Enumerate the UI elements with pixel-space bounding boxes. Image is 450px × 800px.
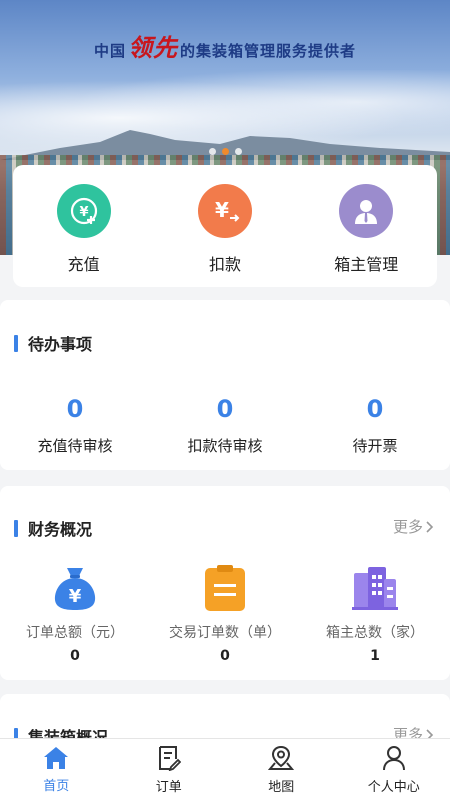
user-icon — [382, 745, 405, 770]
finance-label: 订单总额（元） — [26, 625, 124, 641]
finance-title: 财务概况 — [14, 516, 92, 540]
finance-value: 1 — [370, 648, 380, 664]
chevron-right-icon — [426, 520, 434, 533]
buildings-icon — [351, 564, 399, 612]
todo-count: 0 — [66, 395, 84, 423]
title-accent-bar — [14, 334, 18, 352]
tab-label: 地图 — [268, 779, 295, 795]
recharge-button[interactable]: ¥ 充值 — [24, 184, 144, 275]
carousel-dot[interactable] — [234, 148, 242, 155]
carousel-dot[interactable] — [208, 148, 216, 155]
finance-section: 财务概况 更多 ¥ 订单总额（元） 0 交易订单数（单） 0 箱主总数（家） 1 — [0, 486, 450, 680]
tab-home[interactable]: 首页 — [1, 746, 111, 794]
banner-slogan: 中国领先 的集装箱管理服务提供者 — [0, 28, 450, 63]
deduct-icon: ¥ — [197, 184, 252, 238]
map-icon — [268, 745, 295, 770]
todo-count: 0 — [216, 395, 234, 423]
todo-title: 待办事项 — [14, 331, 92, 355]
quick-actions-card: ¥ 充值 ¥ 扣款 箱主管理 — [13, 165, 437, 287]
owner-manage-label: 箱主管理 — [334, 255, 399, 274]
todo-deduct-review[interactable]: 0 扣款待审核 — [155, 395, 295, 456]
todo-invoice-pending[interactable]: 0 待开票 — [305, 395, 445, 456]
more-label: 更多 — [392, 518, 423, 536]
tab-orders[interactable]: 订单 — [114, 745, 224, 795]
tab-map[interactable]: 地图 — [226, 745, 336, 795]
svg-text:¥: ¥ — [79, 205, 88, 220]
todo-row: 0 充值待审核 0 扣款待审核 0 待开票 — [0, 395, 450, 456]
svg-text:¥: ¥ — [215, 198, 229, 222]
finance-row: ¥ 订单总额（元） 0 交易订单数（单） 0 箱主总数（家） 1 — [0, 564, 450, 664]
deduct-label: 扣款 — [208, 255, 241, 274]
carousel-indicator — [0, 148, 450, 155]
finance-more-link[interactable]: 更多 — [393, 516, 434, 537]
order-icon — [158, 745, 181, 771]
todo-label: 待开票 — [352, 437, 398, 455]
money-bag-icon: ¥ — [51, 564, 99, 612]
todo-count: 0 — [366, 395, 384, 423]
slogan-prefix: 中国 — [93, 42, 126, 60]
finance-value: 0 — [70, 648, 80, 664]
todo-label: 扣款待审核 — [187, 437, 263, 455]
owner-manage-icon — [339, 184, 394, 238]
slogan-suffix: 的集装箱管理服务提供者 — [180, 42, 357, 60]
finance-order-count[interactable]: 交易订单数（单） 0 — [155, 564, 295, 664]
tab-profile[interactable]: 个人中心 — [339, 745, 449, 795]
finance-label: 交易订单数（单） — [169, 625, 281, 641]
todo-label: 充值待审核 — [37, 437, 113, 455]
recharge-label: 充值 — [67, 255, 100, 274]
todo-recharge-review[interactable]: 0 充值待审核 — [5, 395, 145, 456]
finance-order-total[interactable]: ¥ 订单总额（元） 0 — [5, 564, 145, 664]
tab-label: 首页 — [43, 778, 70, 794]
recharge-icon: ¥ — [56, 184, 111, 238]
finance-label: 箱主总数（家） — [326, 625, 424, 641]
tab-label: 订单 — [155, 779, 182, 795]
title-accent-bar — [14, 519, 18, 537]
home-icon — [44, 746, 69, 769]
todo-title-text: 待办事项 — [28, 335, 93, 354]
slogan-emphasis: 领先 — [128, 33, 178, 62]
svg-text:¥: ¥ — [69, 586, 82, 607]
finance-owner-count[interactable]: 箱主总数（家） 1 — [305, 564, 445, 664]
tab-label: 个人中心 — [367, 779, 420, 795]
deduct-button[interactable]: ¥ 扣款 — [165, 184, 285, 275]
finance-title-text: 财务概况 — [28, 520, 93, 539]
clipboard-icon — [201, 564, 249, 612]
finance-value: 0 — [220, 648, 230, 664]
bottom-tab-bar: 首页 订单 地图 个人中心 — [0, 738, 450, 800]
todo-section: 待办事项 0 充值待审核 0 扣款待审核 0 待开票 — [0, 300, 450, 470]
carousel-dot-active[interactable] — [221, 148, 229, 155]
owner-manage-button[interactable]: 箱主管理 — [306, 184, 426, 275]
